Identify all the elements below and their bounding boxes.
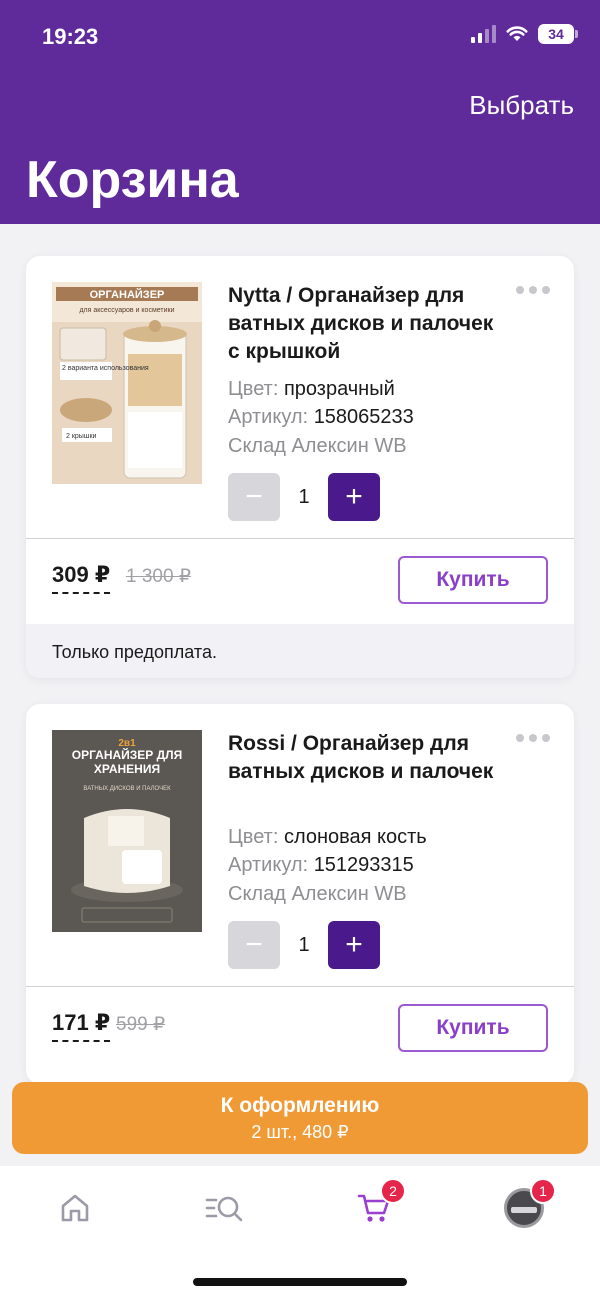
- home-icon: [61, 1194, 89, 1222]
- price[interactable]: 309 ₽: [52, 562, 111, 594]
- image-subtitle-text: ВАТНЫХ ДИСКОВ И ПАЛОЧЕК: [83, 786, 171, 792]
- increase-quantity-button[interactable]: +: [328, 921, 380, 969]
- product-image[interactable]: 2в1 ОРГАНАЙЗЕР ДЛЯ ХРАНЕНИЯ ВАТНЫХ ДИСКО…: [52, 730, 202, 932]
- product-warehouse: Склад Алексин WB: [228, 883, 407, 905]
- product-title[interactable]: Rossi / Органайзер для ватных дисков и п…: [228, 730, 508, 786]
- select-button[interactable]: Выбрать: [469, 90, 574, 121]
- quantity-stepper: − 1 +: [228, 473, 380, 521]
- old-price: 1 300 ₽: [126, 566, 191, 587]
- tab-profile[interactable]: 1: [500, 1178, 556, 1232]
- product-title[interactable]: Nytta / Органайзер для ватных дисков и п…: [228, 282, 508, 366]
- cart-item: 2в1 ОРГАНАЙЗЕР ДЛЯ ХРАНЕНИЯ ВАТНЫХ ДИСКО…: [26, 704, 574, 1084]
- more-options-icon[interactable]: [516, 286, 550, 294]
- product-article: Артикул: 151293315: [228, 854, 414, 876]
- cart-item: ОРГАНАЙЗЕР для аксессуаров и косметики 2…: [26, 256, 574, 678]
- home-indicator: [193, 1278, 407, 1286]
- prepayment-note: Только предоплата.: [26, 624, 574, 678]
- image-subtitle-text: для аксессуаров и косметики: [79, 307, 174, 314]
- old-price: 599 ₽: [116, 1014, 166, 1035]
- product-article: Артикул: 158065233: [228, 406, 414, 428]
- tab-catalog[interactable]: [201, 1184, 249, 1232]
- wifi-icon: [506, 26, 528, 41]
- price[interactable]: 171 ₽: [52, 1010, 111, 1042]
- checkout-summary: 2 шт., 480 ₽: [251, 1122, 349, 1142]
- quantity-value: 1: [298, 485, 310, 508]
- image-label-1: 2 варианта использования: [62, 365, 149, 372]
- tab-cart[interactable]: 2: [350, 1178, 406, 1232]
- decrease-quantity-button[interactable]: −: [228, 921, 280, 969]
- status-time: 19:23: [42, 24, 99, 49]
- increase-quantity-button[interactable]: +: [328, 473, 380, 521]
- checkout-label: К оформлению: [220, 1094, 380, 1117]
- image-banner-text: ОРГАНАЙЗЕР: [90, 288, 165, 301]
- profile-badge: 1: [530, 1178, 556, 1204]
- divider: [26, 538, 574, 539]
- image-banner-text: ОРГАНАЙЗЕР ДЛЯ ХРАНЕНИЯ: [71, 748, 183, 776]
- battery-icon: 34: [538, 24, 578, 44]
- buy-button[interactable]: Купить: [398, 1004, 548, 1052]
- product-warehouse: Склад Алексин WB: [228, 435, 407, 457]
- quantity-stepper: − 1 +: [228, 921, 380, 969]
- buy-button[interactable]: Купить: [398, 556, 548, 604]
- product-image[interactable]: ОРГАНАЙЗЕР для аксессуаров и косметики 2…: [52, 282, 202, 484]
- tab-home[interactable]: [51, 1184, 99, 1232]
- catalog-search-icon: [205, 1196, 243, 1222]
- header: 19:23 34 Выбрать Корзина: [0, 0, 600, 224]
- tab-bar: 2 1: [0, 1166, 600, 1298]
- status-icons: 34: [471, 24, 578, 44]
- checkout-button[interactable]: К оформлению 2 шт., 480 ₽: [12, 1082, 588, 1154]
- signal-icon: [471, 25, 496, 43]
- divider: [26, 986, 574, 987]
- product-color: Цвет: слоновая кость: [228, 826, 427, 848]
- quantity-value: 1: [298, 933, 310, 956]
- image-label-2: 2 крышки: [66, 433, 97, 440]
- decrease-quantity-button[interactable]: −: [228, 473, 280, 521]
- more-options-icon[interactable]: [516, 734, 550, 742]
- cart-badge: 2: [380, 1178, 406, 1204]
- product-color: Цвет: прозрачный: [228, 378, 395, 400]
- page-title: Корзина: [26, 151, 239, 209]
